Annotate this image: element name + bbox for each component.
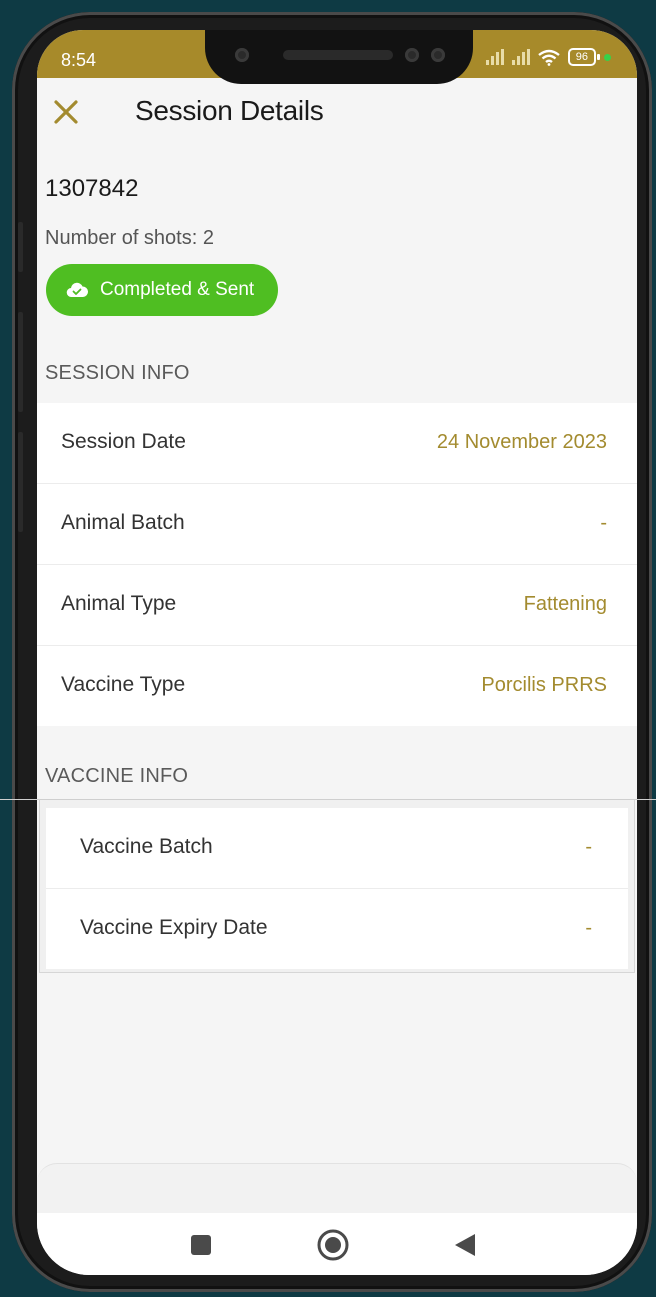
row-value: Porcilis PRRS	[481, 674, 607, 696]
session-info-heading: SESSION INFO	[45, 362, 190, 384]
nav-recents-button[interactable]	[185, 1229, 217, 1261]
vaccine-info-card: Vaccine Batch - Vaccine Expiry Date -	[39, 799, 635, 973]
sensor-icon	[431, 48, 445, 62]
row-label: Vaccine Batch	[80, 835, 213, 858]
camera-icon	[235, 48, 249, 62]
row-value: -	[585, 917, 592, 939]
camera-notch	[205, 30, 473, 84]
row-value: -	[585, 836, 592, 858]
session-info-card: Session Date 24 November 2023 Animal Bat…	[37, 403, 637, 726]
row-value: 24 November 2023	[436, 431, 607, 453]
close-icon	[54, 100, 78, 124]
shots-count: Number of shots: 2	[45, 227, 214, 249]
square-icon	[191, 1235, 211, 1255]
side-button	[18, 312, 23, 412]
vaccine-info-heading: VACCINE INFO	[45, 765, 189, 787]
status-badge: Completed & Sent	[46, 264, 278, 316]
nav-back-button[interactable]	[449, 1229, 481, 1261]
row-label: Animal Batch	[61, 511, 185, 534]
side-button	[18, 222, 23, 272]
status-time: 8:54	[61, 50, 97, 70]
page-title: Session Details	[135, 95, 324, 126]
row-value: Fattening	[523, 593, 607, 615]
side-button	[18, 432, 23, 532]
battery-indicator: 96	[567, 48, 601, 66]
overlay-divider	[0, 799, 656, 800]
nav-home-button[interactable]	[317, 1229, 349, 1261]
row-label: Session Date	[61, 430, 186, 453]
signal-icon	[511, 49, 530, 65]
cloud-check-icon	[66, 282, 88, 298]
triangle-back-icon	[455, 1234, 475, 1256]
circle-icon	[317, 1229, 349, 1261]
signal-icon	[485, 49, 504, 65]
info-row-vaccine-batch: Vaccine Batch -	[46, 808, 628, 889]
wifi-icon	[538, 49, 560, 66]
info-row-session-date: Session Date 24 November 2023	[37, 403, 637, 484]
sensor-icon	[405, 48, 419, 62]
session-id: 1307842	[45, 175, 139, 202]
app-header: Session Details	[37, 85, 637, 141]
row-label: Vaccine Expiry Date	[80, 916, 268, 939]
info-row-animal-batch: Animal Batch -	[37, 484, 637, 565]
app-screen: 8:54 96 Session Details 1307842 Number o…	[37, 30, 637, 1275]
info-row-vaccine-expiry: Vaccine Expiry Date -	[46, 889, 628, 969]
close-button[interactable]	[51, 97, 81, 127]
info-row-animal-type: Animal Type Fattening	[37, 565, 637, 646]
status-badge-label: Completed & Sent	[100, 279, 255, 300]
vaccine-info-list: Vaccine Batch - Vaccine Expiry Date -	[46, 808, 628, 969]
row-value: -	[600, 512, 607, 534]
system-nav-bar	[37, 1213, 637, 1275]
row-label: Animal Type	[61, 592, 177, 615]
row-label: Vaccine Type	[61, 673, 186, 696]
info-row-vaccine-type: Vaccine Type Porcilis PRRS	[37, 646, 637, 726]
status-icons: 96	[485, 48, 611, 66]
speaker-grille	[283, 50, 393, 60]
privacy-dot-icon	[604, 53, 611, 61]
